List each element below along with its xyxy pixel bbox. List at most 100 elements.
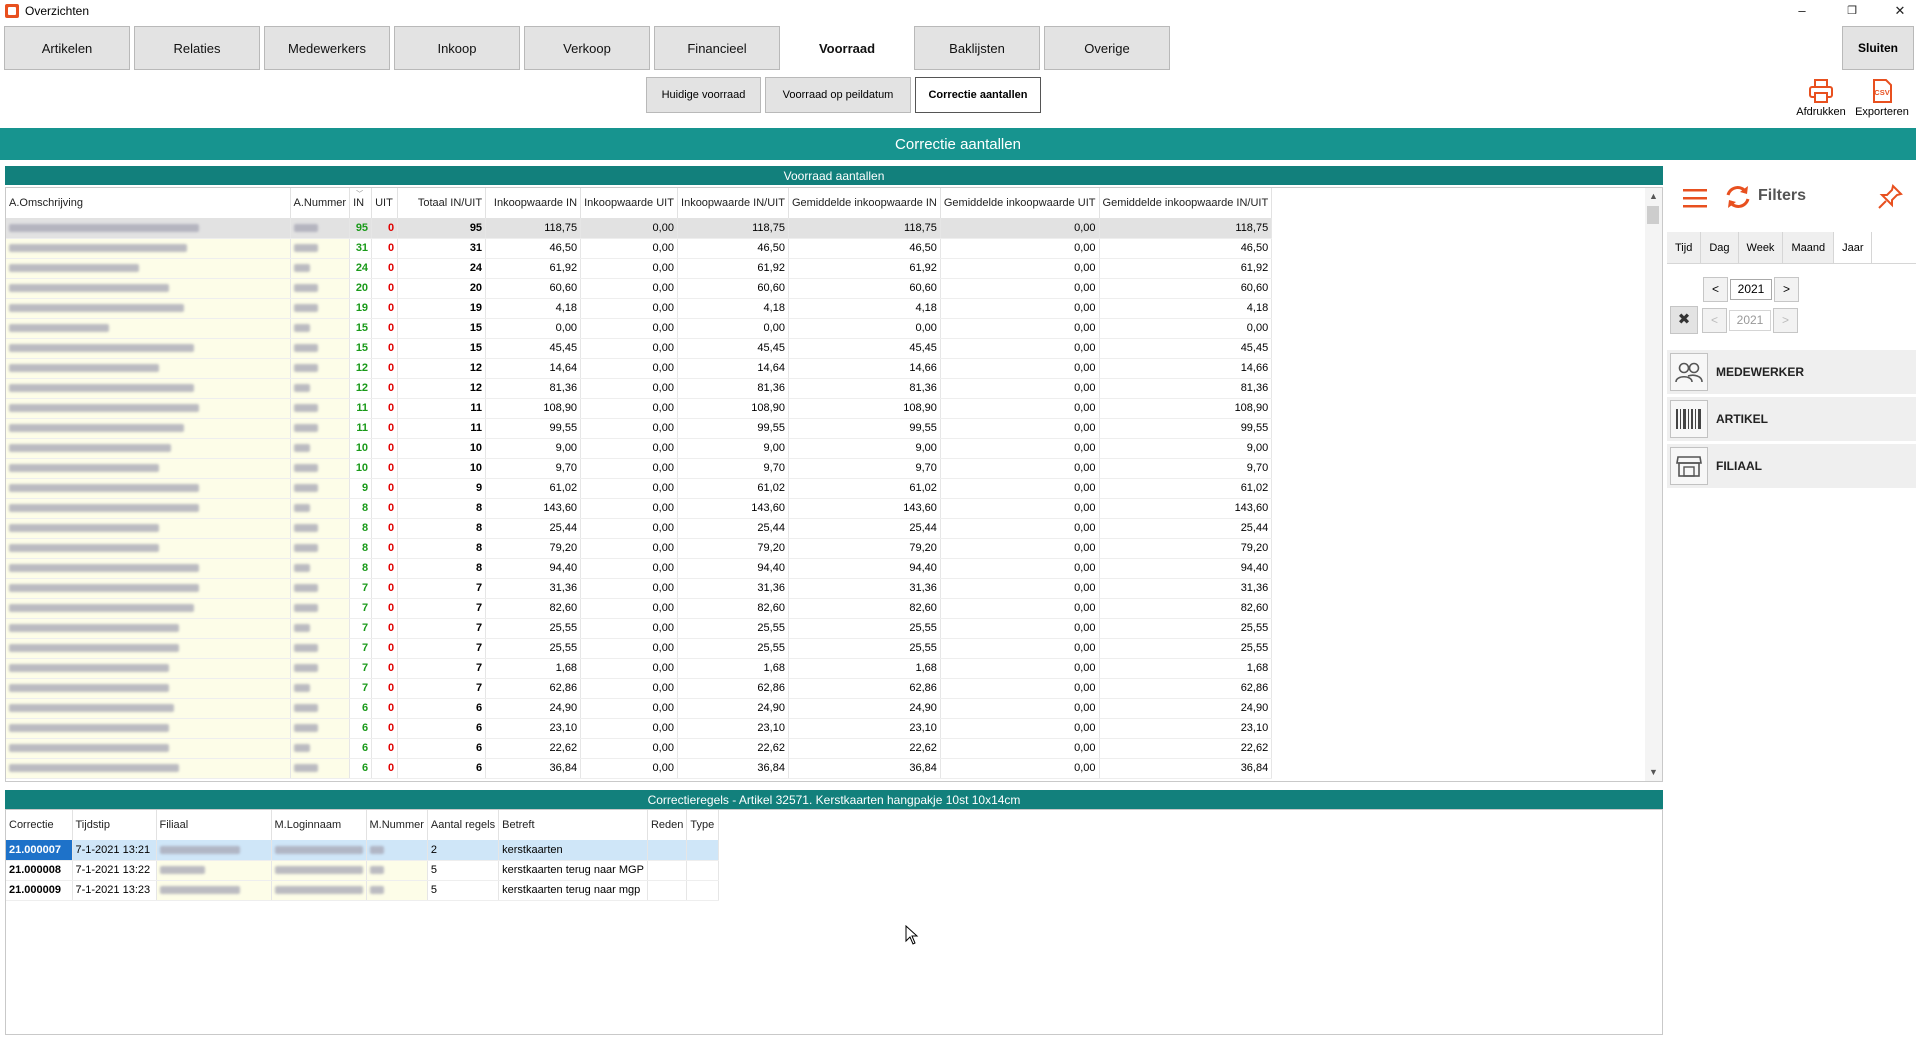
stock-row[interactable]: 12 0 12 14,64 0,00 14,64 14,66 0,00 14,66 [6,358,1273,379]
col-gem-inkoopwaarde-uit[interactable]: Gemiddelde inkoopwaarde UIT [940,188,1100,218]
print-button[interactable]: Afdrukken [1791,78,1851,118]
scroll-thumb[interactable] [1647,206,1659,224]
col-aantal-regels[interactable]: Aantal regels [427,810,500,840]
col-reden[interactable]: Reden [647,810,688,840]
tab-verkoop[interactable]: Verkoop [524,26,650,70]
stock-row[interactable]: 7 0 7 25,55 0,00 25,55 25,55 0,00 25,55 [6,618,1273,639]
year-from-prev-button[interactable]: < [1703,277,1728,302]
stock-row[interactable]: 7 0 7 1,68 0,00 1,68 1,68 0,00 1,68 [6,658,1273,679]
scroll-down-icon[interactable]: ▼ [1645,764,1662,781]
filter-filiaal[interactable]: FILIAAL [1667,444,1916,488]
stock-row[interactable]: 7 0 7 62,86 0,00 62,86 62,86 0,00 62,86 [6,678,1273,699]
col-filiaal[interactable]: Filiaal [156,810,272,840]
col-inkoopwaarde-inuit[interactable]: Inkoopwaarde IN/UIT [677,188,789,218]
col-correctie[interactable]: Correctie [6,810,73,840]
stock-row[interactable]: 8 0 8 94,40 0,00 94,40 94,40 0,00 94,40 [6,558,1273,579]
stock-scrollbar[interactable]: ▲ ▼ [1645,188,1662,781]
col-uit[interactable]: UIT [371,188,399,218]
stock-row[interactable]: 95 0 95 118,75 0,00 118,75 118,75 0,00 118,75 [6,218,1273,239]
stock-row[interactable]: 8 0 8 25,44 0,00 25,44 25,44 0,00 25,44 [6,518,1273,539]
stock-row[interactable]: 15 0 15 45,45 0,00 45,45 45,45 0,00 45,45 [6,338,1273,359]
col-totaal[interactable]: Totaal IN/UIT [397,188,487,218]
stock-row[interactable]: 31 0 31 46,50 0,00 46,50 46,50 0,00 46,50 [6,238,1273,259]
year-to-prev-button[interactable]: < [1702,307,1727,333]
tab-overige[interactable]: Overige [1044,26,1170,70]
tab-relaties[interactable]: Relaties [134,26,260,70]
tab-baklijsten[interactable]: Baklijsten [914,26,1040,70]
tab-financieel[interactable]: Financieel [654,26,780,70]
stock-row[interactable]: 7 0 7 25,55 0,00 25,55 25,55 0,00 25,55 [6,638,1273,659]
period-tab-jaar[interactable]: Jaar [1834,232,1873,263]
tab-voorraad-op-peildatum[interactable]: Voorraad op peildatum [765,77,911,113]
redacted-text [9,384,194,393]
correction-row[interactable]: 21.000009 7-1-2021 13:23 5 kerstkaarten ter… [6,880,720,901]
tab-medewerkers[interactable]: Medewerkers [264,26,390,70]
stock-row[interactable]: 6 0 6 22,62 0,00 22,62 22,62 0,00 22,62 [6,738,1273,759]
period-tab-week[interactable]: Week [1738,232,1784,263]
stock-grid[interactable]: A.Omschrijving A.Nummer ﹀ IN UIT Totaal I… [5,187,1663,782]
stock-row[interactable]: 12 0 12 81,36 0,00 81,36 81,36 0,00 81,36 [6,378,1273,399]
col-mnummer[interactable]: M.Nummer [366,810,428,840]
cell-tijdstip: 7-1-2021 13:21 [72,840,157,861]
pin-icon[interactable] [1876,183,1904,211]
col-inkoopwaarde-uit[interactable]: Inkoopwaarde UIT [580,188,678,218]
cell-gem-inkoopwaarde-uit: 0,00 [940,718,1100,739]
sluiten-button[interactable]: Sluiten [1842,26,1914,70]
stock-row[interactable]: 20 0 20 60,60 0,00 60,60 60,60 0,00 60,60 [6,278,1273,299]
tab-inkoop[interactable]: Inkoop [394,26,520,70]
correction-row[interactable]: 21.000008 7-1-2021 13:22 5 kerstkaarten ter… [6,860,720,881]
year-from-input[interactable]: 2021 [1730,279,1772,300]
stock-row[interactable]: 10 0 10 9,00 0,00 9,00 9,00 0,00 9,00 [6,438,1273,459]
stock-row[interactable]: 10 0 10 9,70 0,00 9,70 9,70 0,00 9,70 [6,458,1273,479]
year-from-next-button[interactable]: > [1774,277,1799,302]
stock-row[interactable]: 9 0 9 61,02 0,00 61,02 61,02 0,00 61,02 [6,478,1273,499]
stock-row[interactable]: 7 0 7 82,60 0,00 82,60 82,60 0,00 82,60 [6,598,1273,619]
corrections-grid[interactable]: Correctie Tijdstip Filiaal M.Loginnaam M… [5,809,1663,1035]
col-nummer[interactable]: A.Nummer [290,188,351,218]
stock-row[interactable]: 11 0 11 99,55 0,00 99,55 99,55 0,00 99,55 [6,418,1273,439]
clear-range-icon[interactable]: ✖ [1670,306,1698,334]
col-omschrijving[interactable]: A.Omschrijving [6,188,291,218]
year-to-next-button[interactable]: > [1773,307,1798,333]
col-inkoopwaarde-in[interactable]: Inkoopwaarde IN [485,188,582,218]
restore-button[interactable]: ❐ [1832,0,1872,22]
stock-row[interactable]: 7 0 7 31,36 0,00 31,36 31,36 0,00 31,36 [6,578,1273,599]
tab-artikelen[interactable]: Artikelen [4,26,130,70]
stock-row[interactable]: 6 0 6 23,10 0,00 23,10 23,10 0,00 23,10 [6,718,1273,739]
col-loginnaam[interactable]: M.Loginnaam [271,810,367,840]
stock-row[interactable]: 15 0 15 0,00 0,00 0,00 0,00 0,00 0,00 [6,318,1273,339]
col-gem-inkoopwaarde-inuit[interactable]: Gemiddelde inkoopwaarde IN/UIT [1099,188,1273,218]
redacted-text [293,424,318,433]
export-button[interactable]: CSV Exporteren [1852,78,1912,118]
col-betreft[interactable]: Betreft [498,810,648,840]
correction-row[interactable]: 21.000007 7-1-2021 13:21 2 kerstkaarten [6,840,720,861]
refresh-icon[interactable] [1724,183,1752,211]
cell-reden [647,860,688,881]
hamburger-menu-icon[interactable] [1682,187,1708,209]
tab-voorraad[interactable]: Voorraad [784,26,910,70]
col-type[interactable]: Type [686,810,720,840]
col-tijdstip[interactable]: Tijdstip [72,810,157,840]
tab-correctie-aantallen[interactable]: Correctie aantallen [915,77,1041,113]
scroll-up-icon[interactable]: ▲ [1645,188,1662,205]
period-tab-tijd[interactable]: Tijd [1667,232,1702,263]
stock-row[interactable]: 8 0 8 143,60 0,00 143,60 143,60 0,00 143,60 [6,498,1273,519]
col-in[interactable]: ﹀ IN [349,188,373,218]
window-close-button[interactable]: ✕ [1880,0,1916,22]
filter-medewerker[interactable]: MEDEWERKER [1667,350,1916,394]
filter-artikel[interactable]: ARTIKEL [1667,397,1916,441]
stock-row[interactable]: 24 0 24 61,92 0,00 61,92 61,92 0,00 61,92 [6,258,1273,279]
period-tab-maand[interactable]: Maand [1783,232,1835,263]
cell-in: 20 [349,278,373,299]
cell-inkoopwaarde-uit: 0,00 [580,758,678,779]
stock-row[interactable]: 6 0 6 24,90 0,00 24,90 24,90 0,00 24,90 [6,698,1273,719]
minimize-button[interactable]: – [1782,0,1822,22]
col-gem-inkoopwaarde-in[interactable]: Gemiddelde inkoopwaarde IN [788,188,941,218]
stock-row[interactable]: 11 0 11 108,90 0,00 108,90 108,90 0,00 108,90 [6,398,1273,419]
stock-row[interactable]: 8 0 8 79,20 0,00 79,20 79,20 0,00 79,20 [6,538,1273,559]
year-to-input[interactable]: 2021 [1729,309,1771,331]
stock-row[interactable]: 19 0 19 4,18 0,00 4,18 4,18 0,00 4,18 [6,298,1273,319]
tab-huidige-voorraad[interactable]: Huidige voorraad [646,77,761,113]
stock-row[interactable]: 6 0 6 36,84 0,00 36,84 36,84 0,00 36,84 [6,758,1273,779]
period-tab-dag[interactable]: Dag [1701,232,1739,263]
